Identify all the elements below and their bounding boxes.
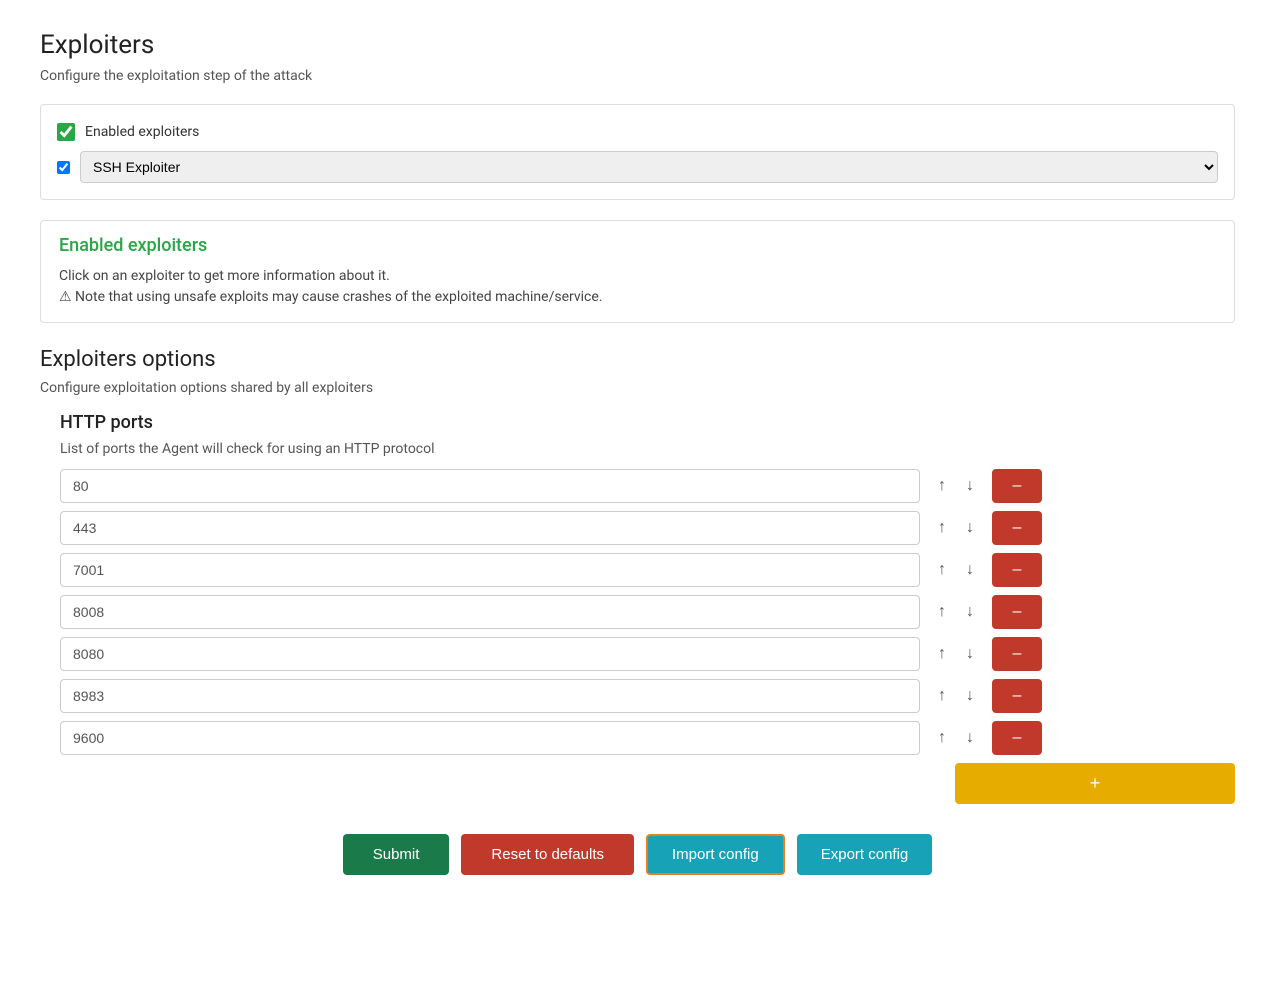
- enabled-exploiters-label: Enabled exploiters: [85, 124, 199, 140]
- arrows-group-1: ↑ ↓: [928, 513, 984, 543]
- arrows-group-6: ↑ ↓: [928, 723, 984, 753]
- arrows-group-2: ↑ ↓: [928, 555, 984, 585]
- enabled-exploiters-checkbox[interactable]: [57, 123, 75, 141]
- arrows-group-4: ↑ ↓: [928, 639, 984, 669]
- remove-port-button-4[interactable]: –: [992, 637, 1042, 671]
- port-row: ↑ ↓ –: [60, 679, 1235, 713]
- info-box-title: Enabled exploiters: [59, 235, 1216, 256]
- port-input-4[interactable]: [60, 637, 920, 671]
- port-row: ↑ ↓ –: [60, 553, 1235, 587]
- info-box-line1: Click on an exploiter to get more inform…: [59, 266, 1216, 287]
- add-btn-row: +: [40, 763, 1235, 804]
- import-config-button[interactable]: Import config: [646, 834, 785, 875]
- port-row: ↑ ↓ –: [60, 511, 1235, 545]
- remove-port-button-1[interactable]: –: [992, 511, 1042, 545]
- reset-button[interactable]: Reset to defaults: [461, 834, 634, 875]
- move-down-button-0[interactable]: ↓: [956, 471, 984, 501]
- port-row: ↑ ↓ –: [60, 637, 1235, 671]
- ports-container: ↑ ↓ – ↑ ↓ – ↑ ↓ – ↑ ↓ –: [40, 469, 1235, 755]
- port-row: ↑ ↓ –: [60, 721, 1235, 755]
- move-down-button-6[interactable]: ↓: [956, 723, 984, 753]
- port-input-1[interactable]: [60, 511, 920, 545]
- ssh-exploiter-row: SSH Exploiter: [57, 147, 1218, 187]
- enabled-exploiters-section: Enabled exploiters SSH Exploiter: [40, 104, 1235, 200]
- http-ports-subtitle: List of ports the Agent will check for u…: [60, 441, 1235, 457]
- port-input-6[interactable]: [60, 721, 920, 755]
- bottom-buttons: Submit Reset to defaults Import config E…: [40, 834, 1235, 875]
- ssh-exploiter-select[interactable]: SSH Exploiter: [80, 151, 1218, 183]
- move-down-button-1[interactable]: ↓: [956, 513, 984, 543]
- move-up-button-0[interactable]: ↑: [928, 471, 956, 501]
- arrows-group-0: ↑ ↓: [928, 471, 984, 501]
- remove-port-button-2[interactable]: –: [992, 553, 1042, 587]
- enabled-exploiters-row: Enabled exploiters: [57, 117, 1218, 147]
- http-ports-title: HTTP ports: [60, 412, 1235, 433]
- port-input-0[interactable]: [60, 469, 920, 503]
- move-down-button-3[interactable]: ↓: [956, 597, 984, 627]
- move-down-button-4[interactable]: ↓: [956, 639, 984, 669]
- info-box-line2: ⚠ Note that using unsafe exploits may ca…: [59, 287, 1216, 308]
- port-input-5[interactable]: [60, 679, 920, 713]
- arrows-group-3: ↑ ↓: [928, 597, 984, 627]
- move-down-button-5[interactable]: ↓: [956, 681, 984, 711]
- exploiters-options-title: Exploiters options: [40, 347, 1235, 372]
- submit-button[interactable]: Submit: [343, 834, 450, 875]
- port-row: ↑ ↓ –: [60, 595, 1235, 629]
- move-up-button-2[interactable]: ↑: [928, 555, 956, 585]
- remove-port-button-6[interactable]: –: [992, 721, 1042, 755]
- port-input-2[interactable]: [60, 553, 920, 587]
- port-input-3[interactable]: [60, 595, 920, 629]
- move-up-button-4[interactable]: ↑: [928, 639, 956, 669]
- add-port-button[interactable]: +: [955, 763, 1235, 804]
- remove-port-button-0[interactable]: –: [992, 469, 1042, 503]
- arrows-group-5: ↑ ↓: [928, 681, 984, 711]
- move-up-button-5[interactable]: ↑: [928, 681, 956, 711]
- move-up-button-3[interactable]: ↑: [928, 597, 956, 627]
- move-up-button-6[interactable]: ↑: [928, 723, 956, 753]
- remove-port-button-5[interactable]: –: [992, 679, 1042, 713]
- remove-port-button-3[interactable]: –: [992, 595, 1042, 629]
- ssh-exploiter-checkbox[interactable]: [57, 161, 70, 174]
- page-subtitle: Configure the exploitation step of the a…: [40, 68, 1235, 84]
- port-row: ↑ ↓ –: [60, 469, 1235, 503]
- exploiters-options-subtitle: Configure exploitation options shared by…: [40, 380, 1235, 396]
- move-down-button-2[interactable]: ↓: [956, 555, 984, 585]
- export-config-button[interactable]: Export config: [797, 834, 933, 875]
- move-up-button-1[interactable]: ↑: [928, 513, 956, 543]
- info-box: Enabled exploiters Click on an exploiter…: [40, 220, 1235, 323]
- page-title: Exploiters: [40, 30, 1235, 60]
